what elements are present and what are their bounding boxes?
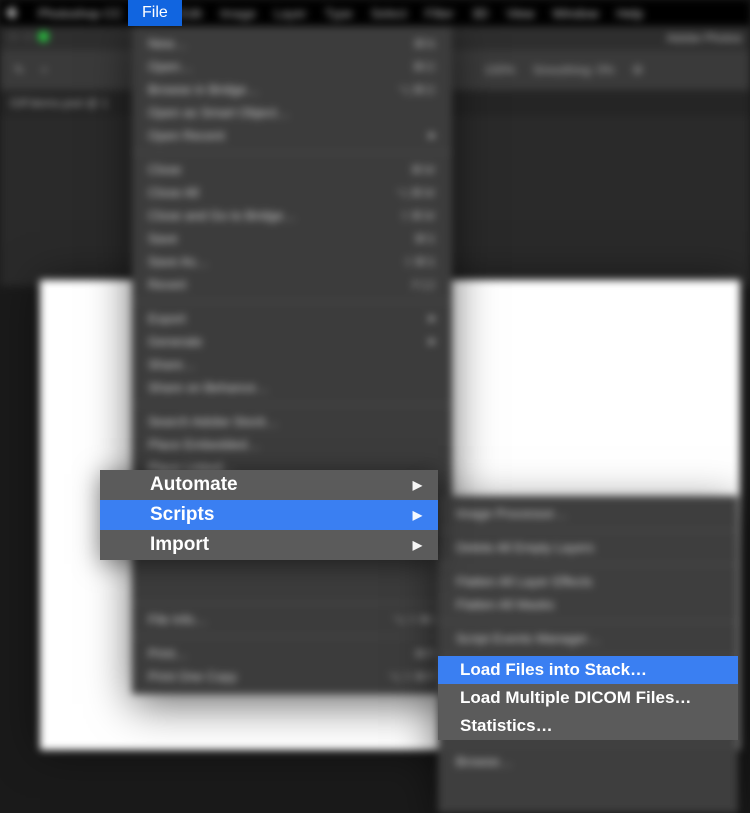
menu-item-label: Import <box>150 534 209 556</box>
submenu-item-load-dicom[interactable]: Load Multiple DICOM Files… <box>438 684 738 712</box>
menubar-item-file-active[interactable]: File <box>128 0 182 26</box>
chevron-right-icon: ▶ <box>413 538 422 552</box>
chevron-right-icon: ▶ <box>413 478 422 492</box>
chevron-right-icon: ▶ <box>413 508 422 522</box>
submenu-item-statistics[interactable]: Statistics… <box>438 712 738 740</box>
submenu-item-label: Load Files into Stack… <box>460 660 647 679</box>
submenu-item-load-files-stack[interactable]: Load Files into Stack… <box>438 656 738 684</box>
submenu-item-label: Statistics… <box>460 716 553 735</box>
scripts-submenu-highlight-block: Load Files into Stack… Load Multiple DIC… <box>438 656 738 740</box>
menu-item-label: Automate <box>150 474 238 496</box>
menu-item-label: Scripts <box>150 504 214 526</box>
menu-item-import[interactable]: Import ▶ <box>100 530 438 560</box>
menu-item-scripts[interactable]: Scripts ▶ <box>100 500 438 530</box>
submenu-item-label: Load Multiple DICOM Files… <box>460 688 691 707</box>
menu-item-automate[interactable]: Automate ▶ <box>100 470 438 500</box>
menubar-active-label: File <box>142 4 168 22</box>
submenu-item-browse[interactable]: Browse… <box>438 750 738 773</box>
file-menu-highlight-block: Automate ▶ Scripts ▶ Import ▶ <box>100 470 438 560</box>
